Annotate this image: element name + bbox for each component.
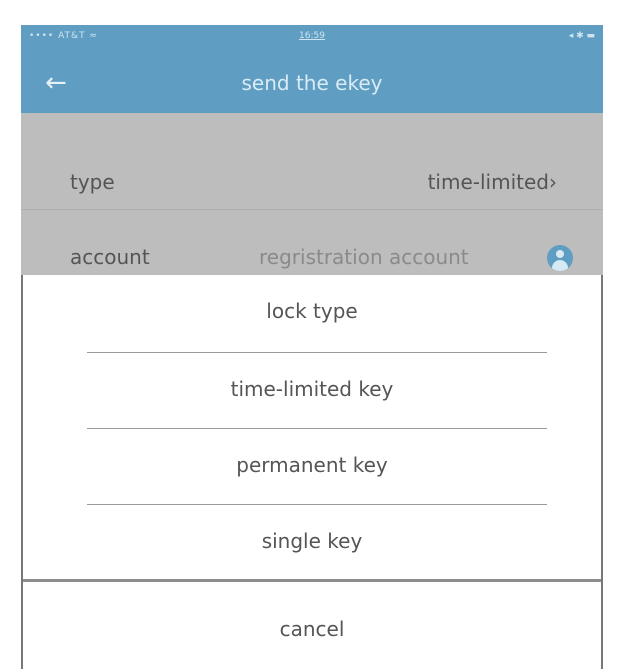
- account-input[interactable]: regristration account: [259, 246, 469, 268]
- type-row[interactable]: type time-limited›: [21, 113, 603, 210]
- sheet-edge-left: [21, 275, 23, 669]
- option-permanent-key[interactable]: permanent key: [21, 429, 603, 506]
- battery-indicators: ◂ ✱ ▬: [568, 31, 595, 41]
- page-title: send the ekey: [241, 71, 383, 95]
- option-time-limited-key[interactable]: time-limited key: [21, 353, 603, 430]
- type-value-text: time-limited: [427, 170, 549, 194]
- sheet-edge-right: [601, 275, 603, 669]
- status-time: 16:59: [299, 31, 325, 41]
- type-value[interactable]: time-limited›: [428, 171, 557, 193]
- account-label: account: [70, 245, 150, 269]
- type-label: type: [70, 170, 115, 194]
- phone-screen: •••• AT&T ≈ 16:59 ◂ ✱ ▬ ← send the ekey …: [21, 25, 603, 669]
- navigation-bar: •••• AT&T ≈ 16:59 ◂ ✱ ▬ ← send the ekey: [21, 25, 603, 113]
- lock-type-action-sheet: lock type time-limited key permanent key…: [21, 275, 603, 579]
- contact-icon-body: [552, 260, 568, 271]
- cancel-button[interactable]: cancel: [21, 582, 603, 669]
- contact-icon[interactable]: [547, 245, 573, 271]
- chevron-right-icon: ›: [549, 170, 557, 194]
- account-row[interactable]: account regristration account: [21, 210, 603, 274]
- contact-icon-head: [556, 250, 564, 258]
- sheet-title: lock type: [266, 299, 358, 323]
- option-single-key[interactable]: single key: [21, 505, 603, 582]
